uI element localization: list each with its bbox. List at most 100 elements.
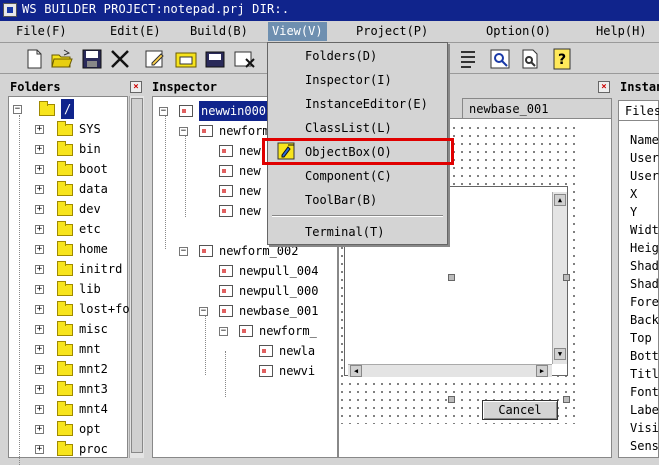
menu-option[interactable]: Option(O) <box>484 24 553 38</box>
folders-close-button[interactable]: × <box>130 81 142 93</box>
expand-icon[interactable]: + <box>35 445 44 454</box>
expand-icon[interactable]: + <box>35 125 44 134</box>
tab-files[interactable]: Files <box>618 100 659 120</box>
property-label: Visi <box>630 421 659 435</box>
menu-item-component[interactable]: Component(C) <box>305 169 392 183</box>
expand-icon[interactable]: + <box>35 165 44 174</box>
folder-icon <box>57 261 73 276</box>
svg-text:?: ? <box>558 52 566 68</box>
inner-hscrollbar[interactable]: ◀ ▶ <box>348 364 552 377</box>
folders-tree: − / + SYS + bin + boot + data + dev + etc + home + init… <box>8 96 137 465</box>
expand-icon[interactable]: + <box>35 145 44 154</box>
menu-item-terminal[interactable]: Terminal(T) <box>305 225 384 239</box>
highlight-box <box>262 138 454 165</box>
property-label: Labe <box>630 403 659 417</box>
folder-label: mnt3 <box>79 382 108 396</box>
expand-icon[interactable]: + <box>35 225 44 234</box>
list-icon[interactable] <box>456 47 480 71</box>
menu-item-inspector[interactable]: Inspector(I) <box>305 73 392 87</box>
folder-label: bin <box>79 142 101 156</box>
resize-handle[interactable] <box>563 274 570 281</box>
property-label: User <box>630 151 659 165</box>
expand-icon[interactable]: + <box>35 265 44 274</box>
folder-icon <box>57 401 73 416</box>
expand-icon[interactable]: + <box>35 385 44 394</box>
resize-handle[interactable] <box>448 396 455 403</box>
folder-icon <box>57 321 73 336</box>
folder-label: dev <box>79 202 101 216</box>
new-file-icon[interactable] <box>22 47 46 71</box>
preview-icon[interactable] <box>518 47 542 71</box>
menu-item-class-list[interactable]: ClassList(L) <box>305 121 392 135</box>
folder-label: lib <box>79 282 101 296</box>
expand-icon[interactable]: + <box>35 185 44 194</box>
resize-handle[interactable] <box>448 274 455 281</box>
menu-bar: File(F) Edit(E) Build(B) View(V) Project… <box>0 21 659 43</box>
save-project-icon[interactable] <box>203 47 227 71</box>
expand-icon[interactable]: + <box>35 285 44 294</box>
property-label: Sens <box>630 439 659 453</box>
folder-icon <box>57 361 73 376</box>
expand-icon[interactable]: + <box>35 325 44 334</box>
menu-edit[interactable]: Edit(E) <box>108 24 163 38</box>
menu-build[interactable]: Build(B) <box>188 24 250 38</box>
folder-label: initrd <box>79 262 123 276</box>
expand-icon[interactable]: + <box>35 205 44 214</box>
menu-separator <box>272 215 443 217</box>
menu-help[interactable]: Help(H) <box>594 24 649 38</box>
folder-icon <box>57 381 73 396</box>
property-label: Shad <box>630 277 659 291</box>
edit-icon[interactable] <box>143 47 167 71</box>
property-label: Font <box>630 385 659 399</box>
folder-root-label: / <box>61 99 75 119</box>
folder-label: mnt4 <box>79 402 108 416</box>
instance-close-button[interactable]: × <box>598 81 610 93</box>
save-icon[interactable] <box>80 47 104 71</box>
folders-scroll-thumb[interactable] <box>131 98 143 453</box>
scroll-up-arrow[interactable]: ▲ <box>554 194 566 206</box>
folders-panel-title: Folders <box>10 80 61 94</box>
expand-icon[interactable]: + <box>35 345 44 354</box>
help-icon[interactable]: ? <box>550 47 574 71</box>
menu-view[interactable]: View(V) <box>268 22 327 41</box>
cancel-button[interactable]: Cancel <box>482 400 558 420</box>
folder-icon <box>57 201 73 216</box>
property-label: Fore <box>630 295 659 309</box>
title-bar: WS BUILDER PROJECT:notepad.prj DIR:. <box>0 0 659 21</box>
scroll-down-arrow[interactable]: ▼ <box>554 348 566 360</box>
tab-newbase-001[interactable]: newbase_001 <box>462 98 612 118</box>
menu-file[interactable]: File(F) <box>14 24 69 38</box>
open-project-icon[interactable] <box>174 47 198 71</box>
expand-icon[interactable]: + <box>35 425 44 434</box>
expand-icon[interactable]: + <box>35 305 44 314</box>
resize-handle[interactable] <box>563 396 570 403</box>
inspect-icon[interactable] <box>488 47 512 71</box>
property-label: Y <box>630 205 638 219</box>
property-label: Widt <box>630 223 659 237</box>
folder-label: boot <box>79 162 108 176</box>
property-label: Bott <box>630 349 659 363</box>
menu-item-instance-editor[interactable]: InstanceEditor(E) <box>305 97 428 111</box>
menu-item-folders[interactable]: Folders(D) <box>305 49 377 63</box>
folder-label: proc <box>79 442 108 456</box>
app-icon <box>3 3 17 17</box>
folder-label: mnt2 <box>79 362 108 376</box>
folder-icon <box>39 101 55 116</box>
folder-icon <box>57 421 73 436</box>
menu-project[interactable]: Project(P) <box>354 24 430 38</box>
cut-icon[interactable] <box>108 47 132 71</box>
expand-icon[interactable]: + <box>35 365 44 374</box>
property-label: Heig <box>630 241 659 255</box>
folder-label: misc <box>79 322 108 336</box>
folder-icon <box>57 121 73 136</box>
close-project-icon[interactable] <box>232 47 256 71</box>
folder-label: opt <box>79 422 101 436</box>
menu-item-toolbar[interactable]: ToolBar(B) <box>305 193 377 207</box>
folders-scrollbar[interactable] <box>129 96 144 458</box>
open-folder-icon[interactable] <box>50 47 74 71</box>
folder-label: etc <box>79 222 101 236</box>
expand-icon[interactable]: + <box>35 405 44 414</box>
folder-icon <box>57 221 73 236</box>
folder-label: data <box>79 182 108 196</box>
expand-icon[interactable]: + <box>35 245 44 254</box>
